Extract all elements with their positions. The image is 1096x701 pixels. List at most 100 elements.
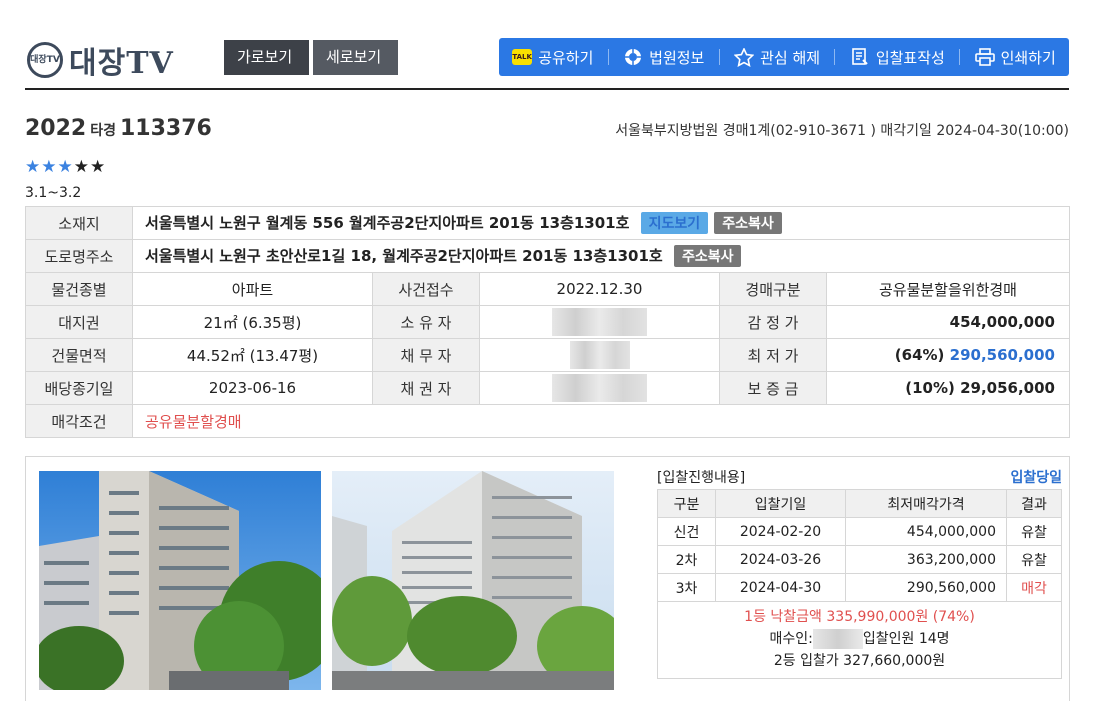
- type-label: 물건종별: [25, 272, 133, 306]
- redacted-debtor: [569, 341, 630, 369]
- second-bid: 2등 입찰가 327,660,000원: [773, 653, 946, 669]
- debtor-label: 채 무 자: [372, 338, 480, 372]
- unfavorite-button[interactable]: 관심 해제: [734, 47, 820, 68]
- bid-form-button[interactable]: 입찰표작성: [850, 47, 945, 68]
- court-info-button[interactable]: 법원정보: [623, 47, 704, 68]
- bid-header-date: 입찰기일: [715, 489, 846, 518]
- bid-price: 290,560,000: [845, 573, 1007, 602]
- min-price-value: 290,560,000: [949, 346, 1055, 364]
- copy-address-button[interactable]: 주소복사: [714, 212, 782, 234]
- star-icon: [734, 47, 755, 67]
- case-kind: 타경: [90, 123, 116, 139]
- road-address-cell: 서울특별시 노원구 초안산로1길 18, 월계주공2단지아파트 201동 13층…: [132, 239, 1070, 273]
- property-photo-2[interactable]: [332, 471, 614, 690]
- unfavorite-label: 관심 해제: [760, 48, 821, 67]
- appraisal-value: 454,000,000: [826, 305, 1070, 339]
- rating-stars: ★★★★★: [25, 157, 106, 177]
- court-info-line: 서울북부지방법원 경매1계(02-910-3671 ) 매각기일 2024-04…: [615, 123, 1069, 139]
- kakaotalk-icon: TALK: [512, 49, 533, 65]
- case-number: 2022 타경 113376: [25, 116, 212, 141]
- creditor-value: [479, 371, 720, 405]
- logo[interactable]: 대장TV 대장TV: [27, 38, 174, 82]
- star-filled-icon: ★: [41, 157, 58, 177]
- redacted-owner: [552, 308, 647, 336]
- toolbar-divider: [718, 49, 720, 65]
- document-edit-icon: [850, 48, 870, 66]
- toolbar: TALK 공유하기 법원정보 관심 해제 입찰표작성 인쇄하기: [499, 38, 1069, 76]
- copy-road-address-button[interactable]: 주소복사: [673, 245, 742, 267]
- bid-round: 신건: [657, 517, 716, 546]
- logo-badge: 대장TV: [27, 42, 63, 78]
- print-label: 인쇄하기: [1000, 48, 1056, 67]
- star-filled-icon: ★: [73, 157, 90, 177]
- owner-value: [479, 305, 720, 339]
- bid-header-round: 구분: [657, 489, 716, 518]
- rating-range: 3.1~3.2: [25, 185, 82, 201]
- share-label: 공유하기: [538, 48, 594, 67]
- bid-header-result: 결과: [1006, 489, 1062, 518]
- bid-date: 2024-03-26: [715, 545, 846, 574]
- view-horizontal-button[interactable]: 가로보기: [224, 40, 309, 75]
- bid-result: 유찰: [1006, 517, 1062, 546]
- bidder-count: 입찰인원 14명: [862, 631, 950, 647]
- redacted-buyer: [812, 629, 863, 649]
- toolbar-divider: [834, 49, 836, 65]
- winning-bid: 1등 낙찰금액 335,990,000원 (74%): [744, 609, 975, 625]
- min-price-pct: (64%): [894, 346, 945, 364]
- toolbar-divider: [607, 49, 609, 65]
- map-button[interactable]: 지도보기: [640, 212, 709, 234]
- logo-text: 대장TV: [69, 46, 174, 81]
- property-photo-1[interactable]: [39, 471, 321, 690]
- star-filled-icon: ★: [57, 157, 74, 177]
- bid-date: 2024-04-30: [715, 573, 846, 602]
- buyer-prefix: 매수인:: [769, 631, 813, 647]
- appraisal-label: 감 정 가: [719, 305, 827, 339]
- bid-row: 2차 2024-03-26 363,200,000 유찰: [657, 545, 1062, 574]
- lower-panel: [입찰진행내용] 입찰당일 구분 입찰기일 최저매각가격 결과 신건 2024-…: [25, 456, 1070, 701]
- bid-row: 3차 2024-04-30 290,560,000 매각: [657, 573, 1062, 602]
- bid-result-sold: 매각: [1006, 573, 1062, 602]
- location-value: 서울특별시 노원구 월계동 556 월계주공2단지아파트 201동 13층130…: [145, 214, 630, 232]
- dividend-value: 2023-06-16: [132, 371, 373, 405]
- bid-header-price: 최저매각가격: [845, 489, 1007, 518]
- bid-round: 3차: [657, 573, 716, 602]
- received-label: 사건접수: [372, 272, 480, 306]
- building-label: 건물면적: [25, 338, 133, 372]
- auction-type-label: 경매구분: [719, 272, 827, 306]
- star-filled-icon: ★: [25, 157, 42, 177]
- location-label: 소재지: [25, 206, 133, 240]
- deposit-label: 보 증 금: [719, 371, 827, 405]
- property-info-table: 소재지 서울특별시 노원구 월계동 556 월계주공2단지아파트 201동 13…: [25, 206, 1070, 438]
- building-value: 44.52㎡ (13.47평): [132, 338, 373, 372]
- view-vertical-button[interactable]: 세로보기: [313, 40, 398, 75]
- land-label: 대지권: [25, 305, 133, 339]
- star-filled-icon: ★: [90, 157, 107, 177]
- buyer-line: 매수인: 입찰인원 14명: [658, 628, 1061, 650]
- bid-table: 구분 입찰기일 최저매각가격 결과 신건 2024-02-20 454,000,…: [657, 489, 1062, 602]
- received-value: 2022.12.30: [479, 272, 720, 306]
- bid-price: 363,200,000: [845, 545, 1007, 574]
- min-price-label: 최 저 가: [719, 338, 827, 372]
- share-button[interactable]: TALK 공유하기: [512, 47, 593, 68]
- header: 대장TV 대장TV 가로보기 세로보기 TALK 공유하기 법원정보 관심 해제: [25, 30, 1069, 90]
- location-cell: 서울특별시 노원구 월계동 556 월계주공2단지아파트 201동 13층130…: [132, 206, 1070, 240]
- debtor-value: [479, 338, 720, 372]
- toolbar-divider: [959, 49, 961, 65]
- bid-today-link[interactable]: 입찰당일: [1010, 467, 1062, 489]
- dividend-label: 배당종기일: [25, 371, 133, 405]
- case-serial: 113376: [120, 116, 212, 141]
- road-address-value: 서울특별시 노원구 초안산로1길 18, 월계주공2단지아파트 201동 13층…: [145, 247, 663, 265]
- court-icon: [623, 48, 643, 66]
- owner-label: 소 유 자: [372, 305, 480, 339]
- print-button[interactable]: 인쇄하기: [974, 47, 1056, 68]
- bid-price: 454,000,000: [845, 517, 1007, 546]
- bid-row: 신건 2024-02-20 454,000,000 유찰: [657, 517, 1062, 546]
- bid-form-label: 입찰표작성: [875, 48, 945, 67]
- bid-history-title: [입찰진행내용]: [657, 470, 746, 486]
- printer-icon: [974, 48, 995, 66]
- land-value: 21㎡ (6.35평): [132, 305, 373, 339]
- auction-type-value: 공유물분할을위한경매: [826, 272, 1070, 306]
- type-value: 아파트: [132, 272, 373, 306]
- case-year: 2022: [25, 116, 87, 141]
- bid-result-summary: 1등 낙찰금액 335,990,000원 (74%) 매수인: 입찰인원 14명 …: [657, 602, 1062, 679]
